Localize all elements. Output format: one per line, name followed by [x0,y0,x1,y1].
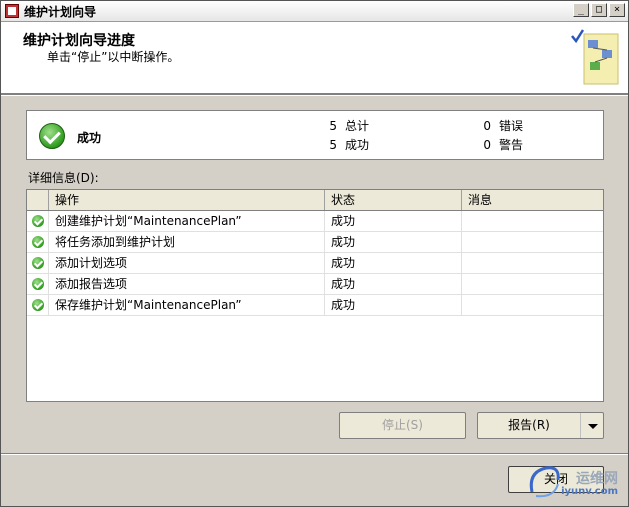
watermark-swirl-icon [529,466,560,498]
chevron-down-icon[interactable] [580,413,603,438]
column-header-message[interactable]: 消息 [462,190,603,210]
column-header-action[interactable]: 操作 [49,190,325,210]
minimize-button[interactable]: _ [573,3,589,17]
maximize-button[interactable]: □ [591,3,607,17]
table-row[interactable]: 添加计划选项 成功 [27,253,603,274]
watermark-subtext: iyunv.com [561,486,618,497]
window-controls: _ □ × [573,3,625,17]
success-check-icon [32,236,44,248]
close-window-button[interactable]: × [609,3,625,17]
row-action: 添加计划选项 [49,253,325,273]
row-message [462,295,603,315]
overall-status: 成功 [77,131,102,145]
window-title: 维护计划向导 [24,4,97,19]
watermark-text: 运维网 [576,471,618,487]
success-check-icon [32,215,44,227]
status-summary-panel: 成功 5 总计 5 成功 0 错误 0 警告 [26,110,604,160]
table-row[interactable]: 保存维护计划“MaintenancePlan” 成功 [27,295,603,316]
success-check-icon [32,299,44,311]
wizard-header: 维护计划向导进度 单击“停止”以中断操作。 [1,22,628,94]
page-title: 维护计划向导进度 [23,33,135,49]
footer-divider [1,453,628,455]
table-row[interactable]: 将任务添加到维护计划 成功 [27,232,603,253]
wizard-window: 维护计划向导 _ □ × 维护计划向导进度 单击“停止”以中断操作。 成功 5总… [0,0,629,507]
app-icon [5,4,19,18]
row-message [462,274,603,294]
watermark-logo: 运维网 iyunv.com [524,462,624,502]
row-status: 成功 [325,232,462,252]
report-button[interactable]: 报告(R) [477,412,604,439]
success-check-icon [32,257,44,269]
page-subtitle: 单击“停止”以中断操作。 [47,50,180,64]
warning-stat: 0 警告 [483,138,524,152]
column-header-icon[interactable] [27,190,49,210]
title-bar[interactable]: 维护计划向导 _ □ × [1,1,628,22]
column-header-status[interactable]: 状态 [325,190,462,210]
grid-header: 操作 状态 消息 [27,190,603,211]
row-action: 保存维护计划“MaintenancePlan” [49,295,325,315]
details-label: 详细信息(D): [28,171,99,185]
row-action: 将任务添加到维护计划 [49,232,325,252]
row-message [462,211,603,231]
row-action: 添加报告选项 [49,274,325,294]
row-status: 成功 [325,274,462,294]
details-grid[interactable]: 操作 状态 消息 创建维护计划“MaintenancePlan” 成功 将任务添… [26,189,604,402]
stop-button[interactable]: 停止(S) [339,412,466,439]
row-status: 成功 [325,295,462,315]
row-action: 创建维护计划“MaintenancePlan” [49,211,325,231]
table-row[interactable]: 创建维护计划“MaintenancePlan” 成功 [27,211,603,232]
row-status: 成功 [325,211,462,231]
row-status: 成功 [325,253,462,273]
row-message [462,253,603,273]
success-check-icon [39,123,65,149]
wizard-graphic-icon [571,29,619,85]
success-stat: 5 成功 [329,138,370,152]
row-message [462,232,603,252]
success-check-icon [32,278,44,290]
report-button-label: 报告(R) [508,418,550,432]
total-stat: 5 总计 [329,119,370,133]
header-divider [1,94,628,96]
error-stat: 0 错误 [483,119,524,133]
table-row[interactable]: 添加报告选项 成功 [27,274,603,295]
